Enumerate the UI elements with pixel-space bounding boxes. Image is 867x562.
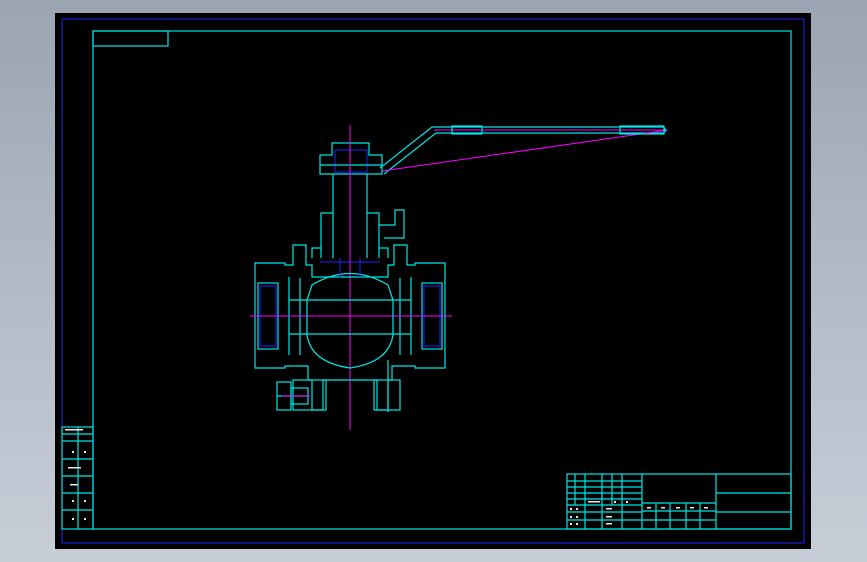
valve-handle [379, 125, 669, 175]
cad-drawing [61, 18, 805, 544]
valve-bottom-bolts [276, 360, 401, 412]
title-block [566, 473, 792, 530]
cad-viewport[interactable] [55, 13, 811, 549]
left-margin-table [61, 426, 94, 530]
sheet-frame [61, 18, 805, 544]
ball-valve-drawing [250, 125, 669, 430]
valve-bonnet [311, 209, 405, 258]
valve-body [250, 244, 452, 411]
